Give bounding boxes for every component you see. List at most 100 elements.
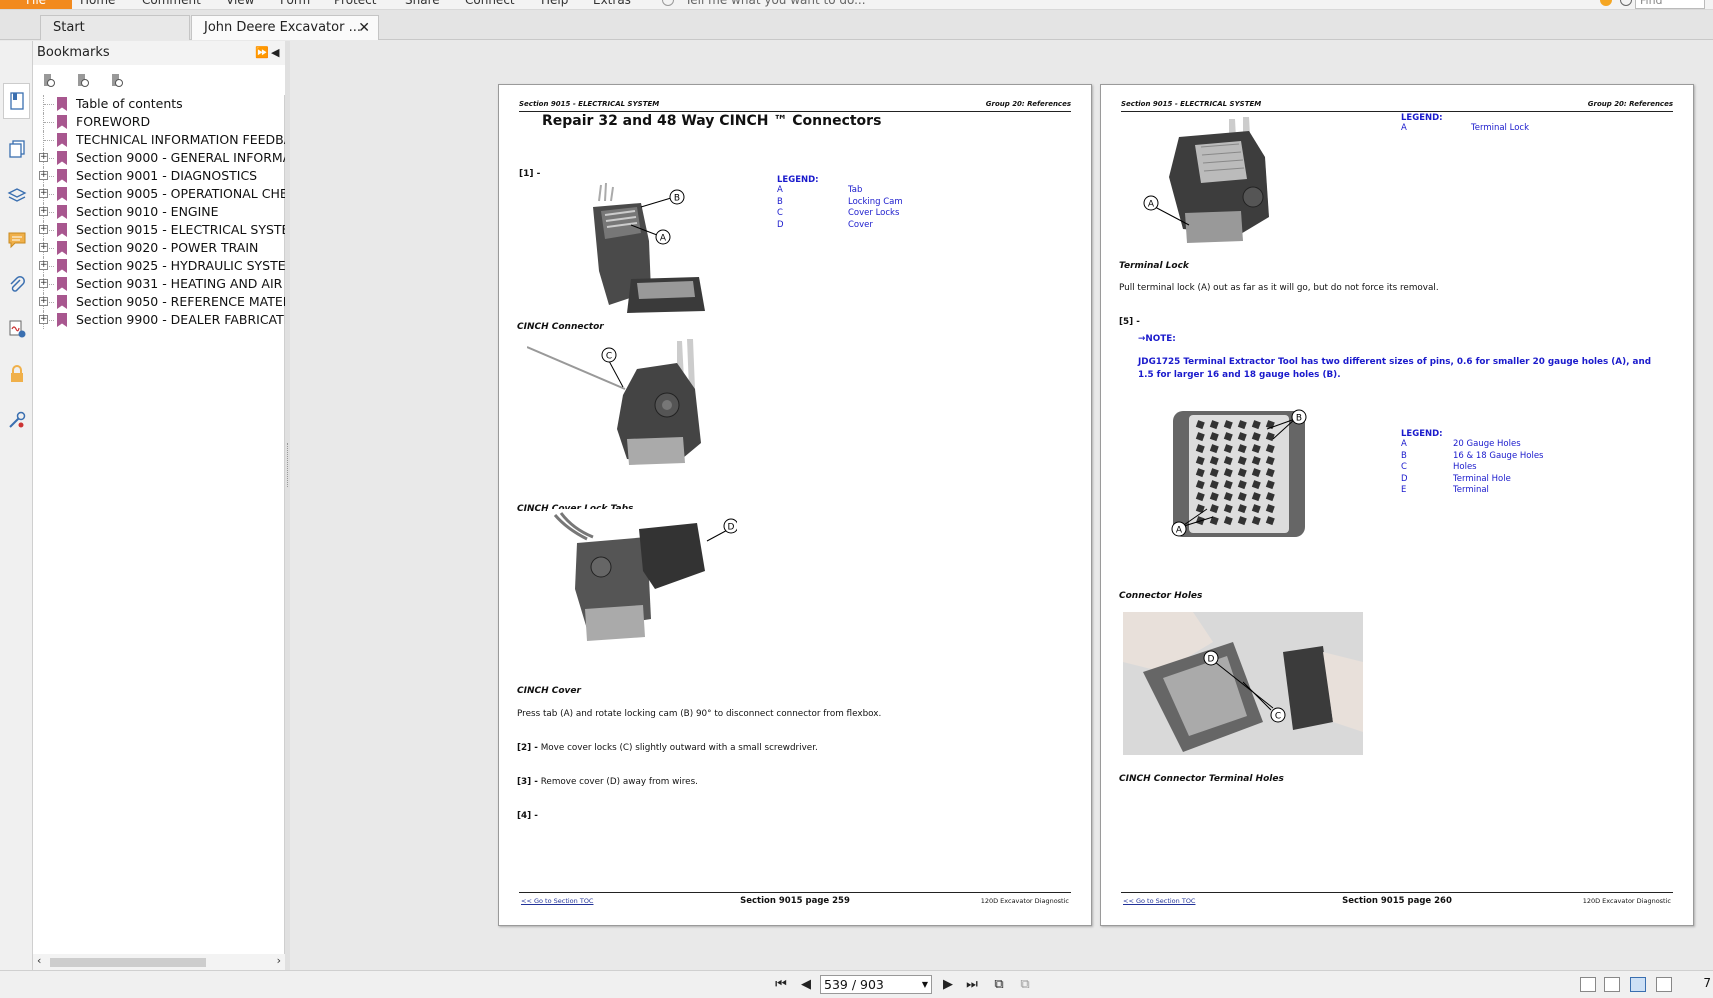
signature-icon[interactable] (6, 318, 28, 340)
legend-key: A (777, 185, 783, 195)
scroll-left-icon[interactable]: ‹ (37, 954, 41, 967)
tab-document[interactable]: John Deere Excavator ... ✕ (191, 15, 379, 40)
notification-icon[interactable] (1600, 0, 1612, 6)
last-page-icon[interactable]: ⏭ (963, 976, 981, 994)
find-bookmark-icon[interactable] (109, 73, 125, 89)
single-page-view-icon[interactable] (1580, 977, 1596, 992)
security-lock-icon[interactable] (6, 363, 28, 385)
attachment-icon[interactable] (6, 274, 28, 296)
lightbulb-icon (662, 0, 674, 6)
comment-icon[interactable] (6, 229, 28, 251)
menu-connect[interactable]: Connect (465, 0, 515, 9)
bookmark-item[interactable]: Table of contents (33, 95, 285, 113)
bookmark-panel-icon[interactable] (3, 83, 30, 119)
chevron-down-icon[interactable]: ▼ (922, 976, 928, 993)
tools-icon[interactable] (6, 409, 28, 431)
file-menu[interactable]: File (0, 0, 72, 9)
legend-value: Tab (848, 185, 863, 195)
bookmark-icon (57, 259, 67, 273)
menu-help[interactable]: Help (541, 0, 568, 9)
expand-icon[interactable]: + (39, 261, 48, 270)
previous-view-icon[interactable]: ⧉ (990, 976, 1008, 994)
bookmark-item[interactable]: TECHNICAL INFORMATION FEEDBACK (33, 131, 285, 149)
expand-icon[interactable]: + (39, 207, 48, 216)
expand-icon[interactable]: + (39, 153, 48, 162)
bookmark-icon (57, 97, 67, 111)
document-view[interactable]: Section 9015 - ELECTRICAL SYSTEM Group 2… (290, 41, 1713, 970)
find-input[interactable]: Find (1635, 0, 1705, 9)
continuous-facing-view-icon[interactable] (1656, 977, 1672, 992)
first-page-icon[interactable]: ⏮ (772, 976, 790, 994)
svg-text:D: D (728, 523, 735, 533)
bookmark-item[interactable]: + Section 9050 - REFERENCE MATERIAL (33, 293, 285, 311)
splitter-grip[interactable] (287, 443, 288, 487)
menu-protect[interactable]: Protect (334, 0, 376, 9)
menu-comment[interactable]: Comment (142, 0, 201, 9)
legend-row: B Locking Cam (777, 197, 957, 209)
navigation-panel-strip (0, 41, 33, 998)
bookmark-item[interactable]: + Section 9025 - HYDRAULIC SYSTEM (33, 257, 285, 275)
next-page-icon[interactable]: ▶ (940, 976, 956, 994)
tab-start[interactable]: Start (40, 15, 190, 40)
menu-view[interactable]: View (226, 0, 254, 9)
expand-icon[interactable]: + (39, 189, 48, 198)
bookmark-item[interactable]: + Section 9020 - POWER TRAIN (33, 239, 285, 257)
bookmark-item[interactable]: + Section 9010 - ENGINE (33, 203, 285, 221)
close-tab-icon[interactable]: ✕ (358, 16, 370, 40)
page-number-input[interactable]: 539 / 903 ▼ (820, 975, 932, 994)
menu-extras[interactable]: Extras (593, 0, 631, 9)
expand-bookmarks-icon[interactable] (75, 73, 91, 89)
step-3-text: Remove cover (D) away from wires. (540, 777, 698, 787)
bookmark-item[interactable]: + Section 9000 - GENERAL INFORMATIC (33, 149, 285, 167)
layers-icon[interactable] (6, 184, 28, 206)
pages-thumbnail-icon[interactable] (6, 138, 28, 160)
previous-page-icon[interactable]: ◀ (798, 976, 814, 994)
caption-cinch-connector-terminal-holes: CINCH Connector Terminal Holes (1119, 774, 1284, 784)
bookmark-icon (57, 277, 67, 291)
next-view-icon[interactable]: ⧉ (1016, 976, 1034, 994)
bookmarks-title: Bookmarks (37, 45, 110, 60)
expand-panel-icon[interactable]: ⏩ (255, 41, 269, 65)
legend-key: C (777, 208, 783, 218)
bookmarks-header: Bookmarks ⏩ ◀ (33, 41, 285, 65)
bookmark-tree: Table of contents FOREWORD TECHNICAL INFOR… (33, 95, 285, 329)
menu-share[interactable]: Share (405, 0, 440, 9)
bookmark-label: Section 9000 - GENERAL INFORMATIC (76, 150, 285, 165)
step-1-label: [1] - (519, 169, 541, 179)
svg-text:C: C (606, 352, 612, 362)
bookmarks-horizontal-scrollbar[interactable]: ‹ › (33, 954, 285, 970)
search-icon[interactable] (1620, 0, 1632, 6)
svg-text:A: A (1148, 200, 1155, 210)
bookmark-icon (57, 313, 67, 327)
footer-document-name: 120D Excavator Diagnostic (980, 897, 1069, 905)
bookmark-item[interactable]: + Section 9005 - OPERATIONAL CHECK (33, 185, 285, 203)
svg-text:C: C (1275, 712, 1281, 722)
scroll-right-icon[interactable]: › (277, 954, 281, 967)
bookmark-item[interactable]: + Section 9001 - DIAGNOSTICS (33, 167, 285, 185)
zoom-level[interactable]: 7 (1703, 976, 1711, 990)
menu-home[interactable]: Home (80, 0, 115, 9)
legend-connector-holes: LEGEND: A 20 Gauge Holes B 16 & 18 Gauge Ho… (1401, 429, 1601, 497)
expand-icon[interactable]: + (39, 279, 48, 288)
collapse-panel-icon[interactable]: ◀ (271, 41, 279, 65)
tell-me-input[interactable]: Tell me what you want to do... (685, 0, 866, 9)
page-number-value: 539 / 903 (824, 977, 884, 992)
expand-icon[interactable]: + (39, 315, 48, 324)
bookmark-item[interactable]: + Section 9015 - ELECTRICAL SYSTEM (33, 221, 285, 239)
facing-view-icon[interactable] (1630, 977, 1646, 992)
scrollbar-thumb[interactable] (50, 958, 206, 967)
svg-text:D: D (1208, 655, 1215, 665)
add-bookmark-icon[interactable] (41, 73, 57, 89)
menu-form[interactable]: Form (280, 0, 310, 9)
bookmark-item[interactable]: + Section 9031 - HEATING AND AIR CO (33, 275, 285, 293)
bookmark-icon (57, 151, 67, 165)
bookmark-label: Section 9010 - ENGINE (76, 204, 219, 219)
bookmark-label: Section 9001 - DIAGNOSTICS (76, 168, 258, 183)
expand-icon[interactable]: + (39, 171, 48, 180)
bookmark-item[interactable]: + Section 9900 - DEALER FABRICATED (33, 311, 285, 329)
expand-icon[interactable]: + (39, 297, 48, 306)
expand-icon[interactable]: + (39, 243, 48, 252)
expand-icon[interactable]: + (39, 225, 48, 234)
continuous-view-icon[interactable] (1604, 977, 1620, 992)
bookmark-item[interactable]: FOREWORD (33, 113, 285, 131)
